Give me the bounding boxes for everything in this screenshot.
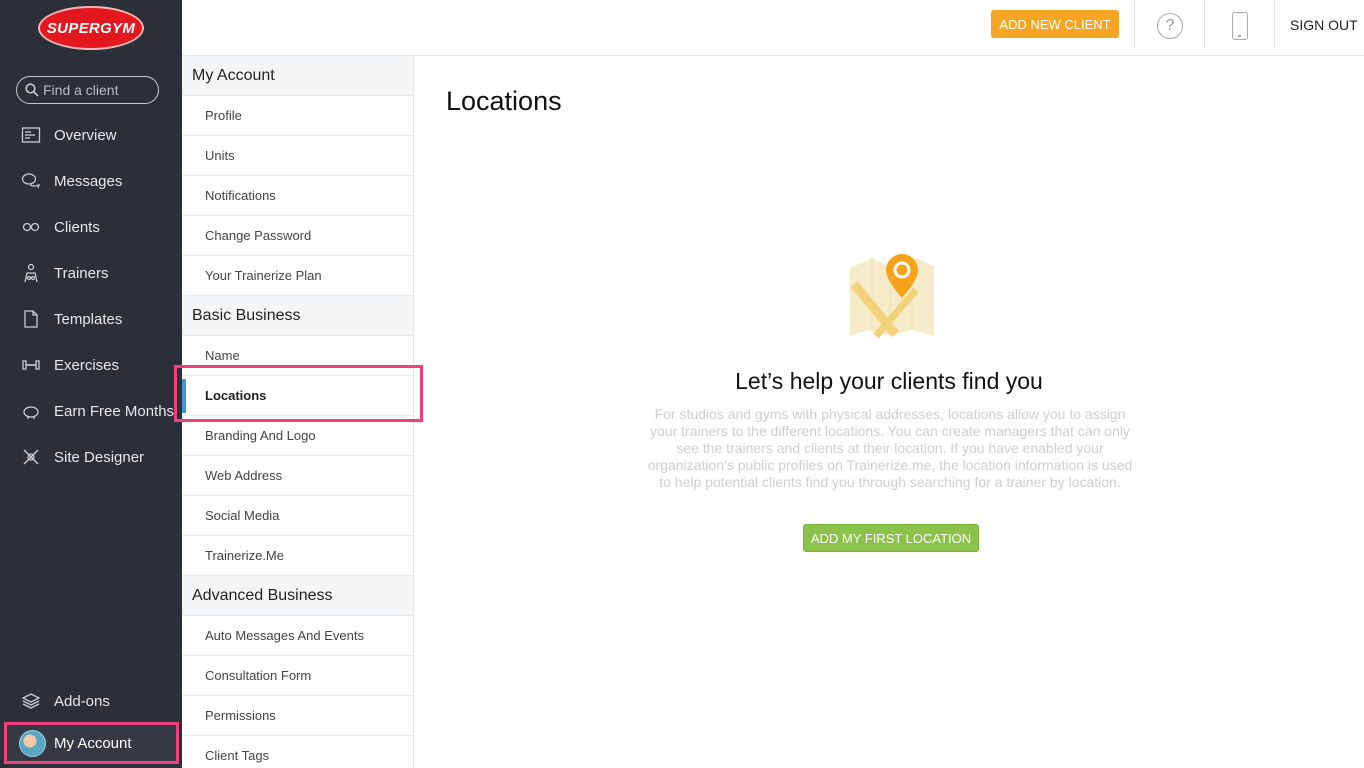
site-designer-icon <box>20 446 42 468</box>
brand-logo-text: SUPERGYM <box>46 19 136 37</box>
overview-icon <box>20 124 42 146</box>
menu-item-branding-and-logo[interactable]: Branding And Logo <box>182 416 413 456</box>
sidebar-item-label: Trainers <box>54 264 109 282</box>
sidebar-item-overview[interactable]: Overview <box>0 117 182 153</box>
sidebar-item-label: Exercises <box>54 356 120 374</box>
menu-item-permissions[interactable]: Permissions <box>182 696 413 736</box>
menu-item-change-password[interactable]: Change Password <box>182 216 413 256</box>
sidebar-item-label: Clients <box>54 218 100 236</box>
sidebar-item-label: Templates <box>54 310 123 328</box>
sidebar-item-label: Site Designer <box>54 448 145 466</box>
sidebar-item-label: Overview <box>54 126 117 144</box>
add-first-location-button[interactable]: ADD MY FIRST LOCATION <box>803 524 979 552</box>
settings-menu: My Account Profile Units Notifications C… <box>182 56 414 768</box>
search-input[interactable] <box>43 82 153 98</box>
sidebar-item-trainers[interactable]: Trainers <box>0 255 182 291</box>
sidebar-item-site-designer[interactable]: Site Designer <box>0 439 182 475</box>
empty-state-description: For studios and gyms with physical addre… <box>647 406 1133 490</box>
menu-item-notifications[interactable]: Notifications <box>182 176 413 216</box>
sidebar-item-messages[interactable]: Messages <box>0 163 182 199</box>
page-title: Locations <box>446 86 562 116</box>
menu-item-social-media[interactable]: Social Media <box>182 496 413 536</box>
menu-group-my-account: My Account <box>182 56 413 96</box>
my-account-button[interactable]: My Account <box>4 722 179 764</box>
menu-group-basic-business: Basic Business <box>182 296 413 336</box>
sidebar-item-exercises[interactable]: Exercises <box>0 347 182 383</box>
sign-out-link[interactable]: SIGN OUT <box>1290 17 1358 33</box>
top-bar: ADD NEW CLIENT ? SIGN OUT <box>182 0 1364 56</box>
main-sidebar: SUPERGYM Overview Messages Clients Train… <box>0 0 182 768</box>
search-icon <box>25 83 39 97</box>
menu-item-web-address[interactable]: Web Address <box>182 456 413 496</box>
menu-item-client-tags[interactable]: Client Tags <box>182 736 413 768</box>
my-account-label: My Account <box>54 734 132 752</box>
menu-item-consultation-form[interactable]: Consultation Form <box>182 656 413 696</box>
menu-item-auto-messages[interactable]: Auto Messages And Events <box>182 616 413 656</box>
avatar <box>19 729 46 757</box>
add-new-client-button[interactable]: ADD NEW CLIENT <box>991 10 1119 38</box>
divider <box>1134 0 1135 48</box>
sidebar-item-templates[interactable]: Templates <box>0 301 182 337</box>
divider <box>1204 0 1205 48</box>
help-icon[interactable]: ? <box>1157 13 1183 39</box>
clients-icon <box>20 216 42 238</box>
piggy-bank-icon <box>20 400 42 422</box>
sidebar-item-label: Earn Free Months <box>54 402 175 420</box>
messages-icon <box>20 170 42 192</box>
sidebar-item-add-ons[interactable]: Add-ons <box>0 683 182 719</box>
map-location-icon <box>850 254 934 339</box>
menu-item-locations[interactable]: Locations <box>182 376 413 416</box>
layers-icon <box>20 690 42 712</box>
mobile-phone-icon[interactable] <box>1232 12 1248 40</box>
menu-item-units[interactable]: Units <box>182 136 413 176</box>
dumbbell-icon <box>20 354 42 376</box>
brand-logo[interactable]: SUPERGYM <box>38 6 144 50</box>
menu-item-trainerize-me[interactable]: Trainerize.Me <box>182 536 413 576</box>
menu-item-name[interactable]: Name <box>182 336 413 376</box>
menu-item-profile[interactable]: Profile <box>182 96 413 136</box>
sidebar-item-label: Add-ons <box>54 692 110 710</box>
menu-item-trainerize-plan[interactable]: Your Trainerize Plan <box>182 256 413 296</box>
sidebar-item-clients[interactable]: Clients <box>0 209 182 245</box>
templates-icon <box>20 308 42 330</box>
sidebar-item-label: Messages <box>54 172 123 190</box>
client-search[interactable] <box>16 76 159 104</box>
divider <box>1274 0 1275 48</box>
menu-group-advanced-business: Advanced Business <box>182 576 413 616</box>
sidebar-item-earn-free-months[interactable]: Earn Free Months <box>0 393 182 429</box>
empty-state-title: Let’s help your clients find you <box>735 368 1043 394</box>
trainers-icon <box>20 262 42 284</box>
